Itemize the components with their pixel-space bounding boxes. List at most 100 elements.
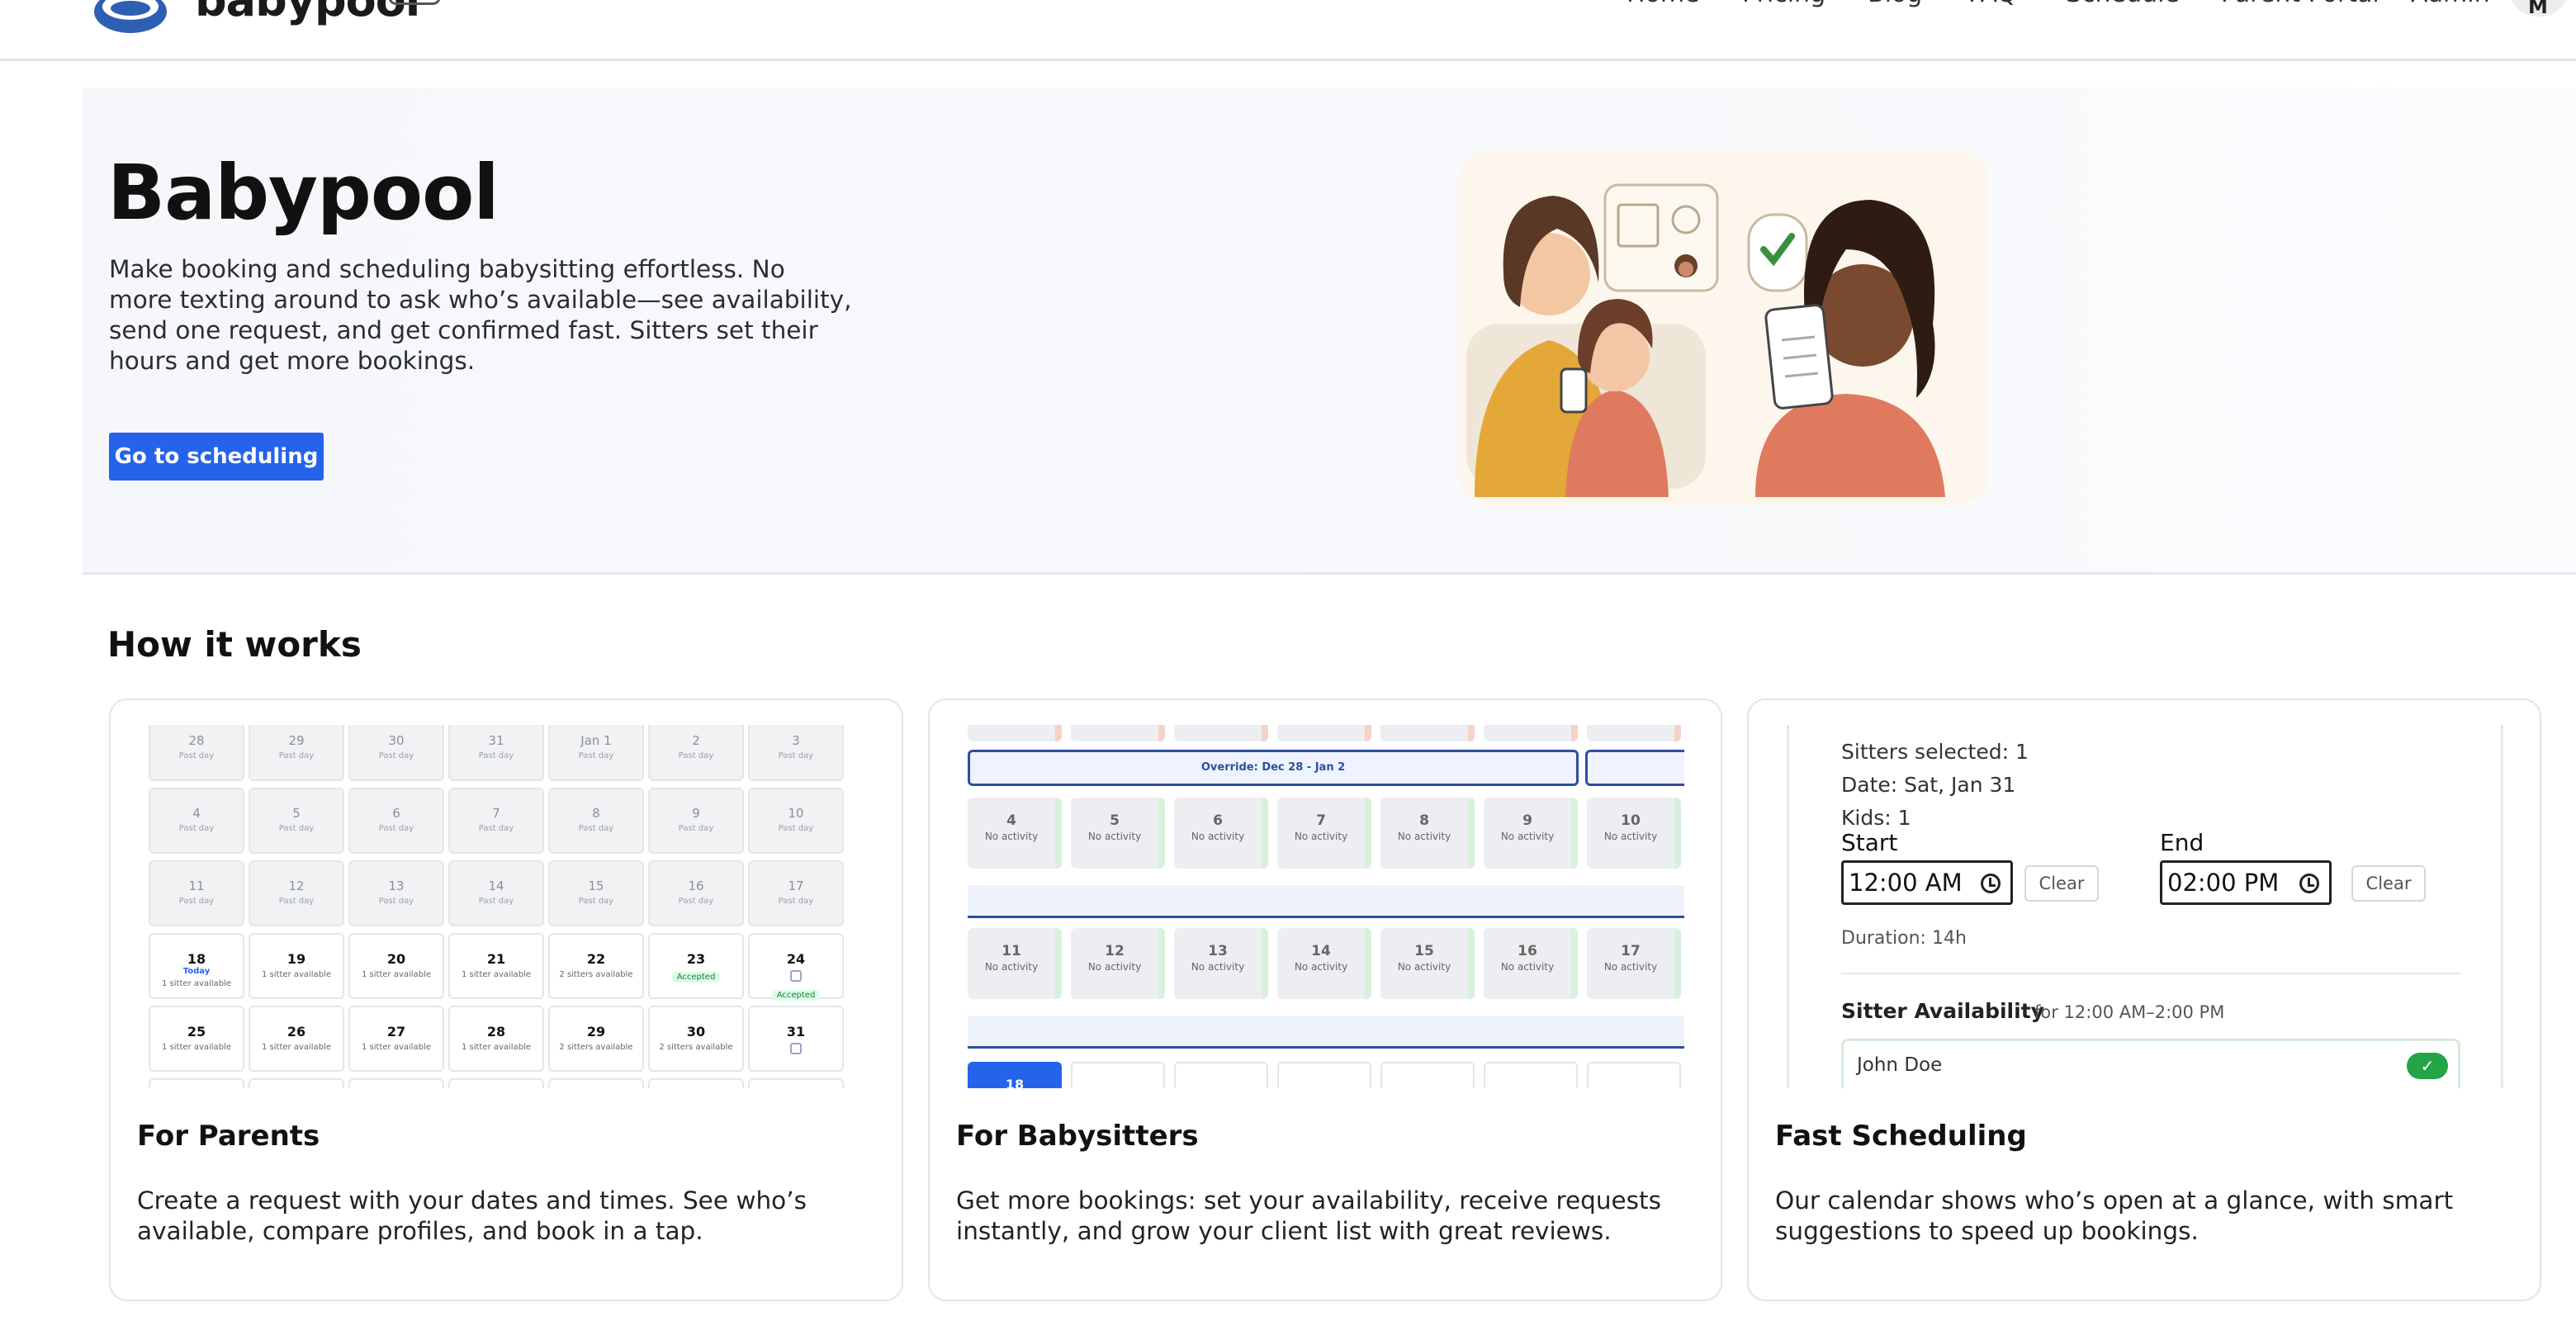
calendar-day[interactable]: 7 No activity	[1277, 798, 1371, 869]
day-status: Past day	[278, 897, 315, 906]
calendar-day[interactable]: 6 No activity	[1174, 798, 1268, 869]
clock-icon[interactable]	[1981, 874, 2001, 893]
day-status: Past day	[478, 897, 514, 906]
calendar-day[interactable]: 15 No activity	[1380, 928, 1475, 999]
calendar-day[interactable]: 17 Past day	[748, 860, 844, 926]
calendar-day[interactable]: 18 Today 1 sitter available	[149, 933, 244, 999]
calendar-day[interactable]: 5	[548, 1078, 644, 1088]
calendar-day[interactable]: 5 No activity	[1071, 798, 1165, 869]
calendar-day[interactable]: 7 Past day	[448, 788, 544, 854]
calendar-day[interactable]: 6 Past day	[348, 788, 444, 854]
calendar-day[interactable]: 15 Past day	[548, 860, 644, 926]
calendar-day[interactable]: 9 No activity	[1484, 798, 1578, 869]
avatar[interactable]: M	[2510, 0, 2568, 18]
calendar-day[interactable]: 25 1 sitter available	[149, 1006, 244, 1072]
calendar-day[interactable]: 13 Past day	[348, 860, 444, 926]
calendar-day[interactable]: 28 1 sitter available	[448, 1006, 544, 1072]
calendar-day[interactable]: 20 1 sitter available	[348, 933, 444, 999]
calendar-day[interactable]: 4 No activity	[968, 798, 1062, 869]
override-banner-continued[interactable]	[1585, 750, 1684, 786]
sitter-row[interactable]: John Doe ✓	[1841, 1039, 2460, 1088]
calendar-day[interactable]: 8 No activity	[1380, 798, 1475, 869]
day-number: 13	[388, 878, 405, 893]
calendar-day[interactable]: 14 No activity	[1277, 928, 1371, 999]
calendar-day[interactable]: 31	[748, 1006, 844, 1072]
calendar-day[interactable]: Feb 1	[149, 1078, 244, 1088]
card-text: Create a request with your dates and tim…	[137, 1186, 807, 1245]
brand-badge	[388, 0, 441, 5]
calendar-day[interactable]: 12 Past day	[249, 860, 344, 926]
calendar-day[interactable]: 3 Past day	[748, 725, 844, 781]
calendar-day[interactable]	[1071, 1062, 1165, 1088]
start-label: Start	[1841, 829, 1898, 856]
go-to-scheduling-button[interactable]: Go to scheduling	[109, 433, 324, 481]
nav-link-parent-portal[interactable]: Parent Portal	[2221, 0, 2379, 7]
clear-end-button[interactable]: Clear	[2351, 865, 2426, 902]
nav-link-blog[interactable]: Blog	[1868, 0, 1922, 7]
calendar-day[interactable]: 13 No activity	[1174, 928, 1268, 999]
calendar-day[interactable]: 10 Past day	[748, 788, 844, 854]
calendar-day[interactable]: 29 Past day	[249, 725, 344, 781]
calendar-day[interactable]: 4 Past day	[149, 788, 244, 854]
nav-link-home[interactable]: Home	[1627, 0, 1700, 7]
calendar-day[interactable]: 16 Past day	[648, 860, 744, 926]
nav-link-admin[interactable]: Admin	[2411, 0, 2490, 7]
calendar-day[interactable]: 10 No activity	[1587, 798, 1681, 869]
start-time-input[interactable]: 12:00 AM	[1841, 860, 2013, 905]
check-icon[interactable]: ✓	[2407, 1053, 2448, 1079]
calendar-day[interactable]	[1484, 1062, 1578, 1088]
logo-icon[interactable]	[91, 0, 170, 36]
calendar-day[interactable]: 5 Past day	[249, 788, 344, 854]
calendar-day[interactable]: 22 2 sitters available	[548, 933, 644, 999]
calendar-day[interactable]	[1277, 1062, 1371, 1088]
calendar-day[interactable]: 7	[748, 1078, 844, 1088]
override-banner[interactable]: Override: Dec 28 - Jan 2	[968, 750, 1579, 786]
calendar-day[interactable]	[1380, 1062, 1475, 1088]
calendar-day[interactable]: 31 Past day	[448, 725, 544, 781]
calendar-day[interactable]: 27 1 sitter available	[348, 1006, 444, 1072]
calendar-day[interactable]: 29 2 sitters available	[548, 1006, 644, 1072]
clear-start-button[interactable]: Clear	[2024, 865, 2099, 902]
clock-icon[interactable]	[2299, 874, 2319, 893]
calendar-day[interactable]: 2 Past day	[648, 725, 744, 781]
day-number: Jan 1	[580, 733, 612, 748]
sitter-calendar-row: 4 No activity 5 No activity 6 No activity 7 No …	[968, 798, 1681, 869]
calendar-day[interactable]	[1587, 1062, 1681, 1088]
calendar-day[interactable]: 30 2 sitters available	[648, 1006, 744, 1072]
card-fast-scheduling: Sitters selected: 1 Date: Sat, Jan 31 Ki…	[1747, 699, 2541, 1301]
calendar-day[interactable]: 24 Accepted	[748, 933, 844, 1001]
calendar-day[interactable]: 26 1 sitter available	[249, 1006, 344, 1072]
scheduling-form-screenshot: Sitters selected: 1 Date: Sat, Jan 31 Ki…	[1787, 725, 2503, 1088]
day-status: No activity	[1087, 961, 1142, 973]
calendar-day[interactable]: 9 Past day	[648, 788, 744, 854]
calendar-day[interactable]: 8 Past day	[548, 788, 644, 854]
nav-link-faq[interactable]: FAQ	[1968, 0, 2016, 7]
calendar-day[interactable]: 3	[348, 1078, 444, 1088]
calendar-day[interactable]: 28 Past day	[149, 725, 244, 781]
day-number: 17	[788, 878, 804, 893]
calendar-day[interactable]: 30 Past day	[348, 725, 444, 781]
end-time-input[interactable]: 02:00 PM	[2160, 860, 2332, 905]
day-number: 14	[1311, 943, 1331, 959]
nav-link-pricing[interactable]: Pricing	[1742, 0, 1825, 7]
calendar-day[interactable]: 16 No activity	[1484, 928, 1578, 999]
calendar-day[interactable]: Jan 1 Past day	[548, 725, 644, 781]
calendar-day[interactable]: 2	[249, 1078, 344, 1088]
calendar-day[interactable]: 17 No activity	[1587, 928, 1681, 999]
duration-text: Duration: 14h	[1841, 928, 1967, 949]
calendar-day[interactable]: 11 Past day	[149, 860, 244, 926]
nav-link-schedule[interactable]: Schedule	[2066, 0, 2180, 7]
calendar-day	[1174, 725, 1268, 741]
brand-name[interactable]: babypool	[195, 0, 420, 23]
calendar-day[interactable]: 4	[448, 1078, 544, 1088]
calendar-day[interactable]: 11 No activity	[968, 928, 1062, 999]
today-cell[interactable]: 18	[968, 1062, 1062, 1088]
calendar-day[interactable]	[1174, 1062, 1268, 1088]
calendar-day[interactable]: 6	[648, 1078, 744, 1088]
day-number: 25	[187, 1024, 206, 1039]
calendar-day[interactable]: 14 Past day	[448, 860, 544, 926]
calendar-day[interactable]: 19 1 sitter available	[249, 933, 344, 999]
calendar-day[interactable]: 21 1 sitter available	[448, 933, 544, 999]
calendar-day[interactable]: 23 Accepted	[648, 933, 744, 999]
calendar-day[interactable]: 12 No activity	[1071, 928, 1165, 999]
